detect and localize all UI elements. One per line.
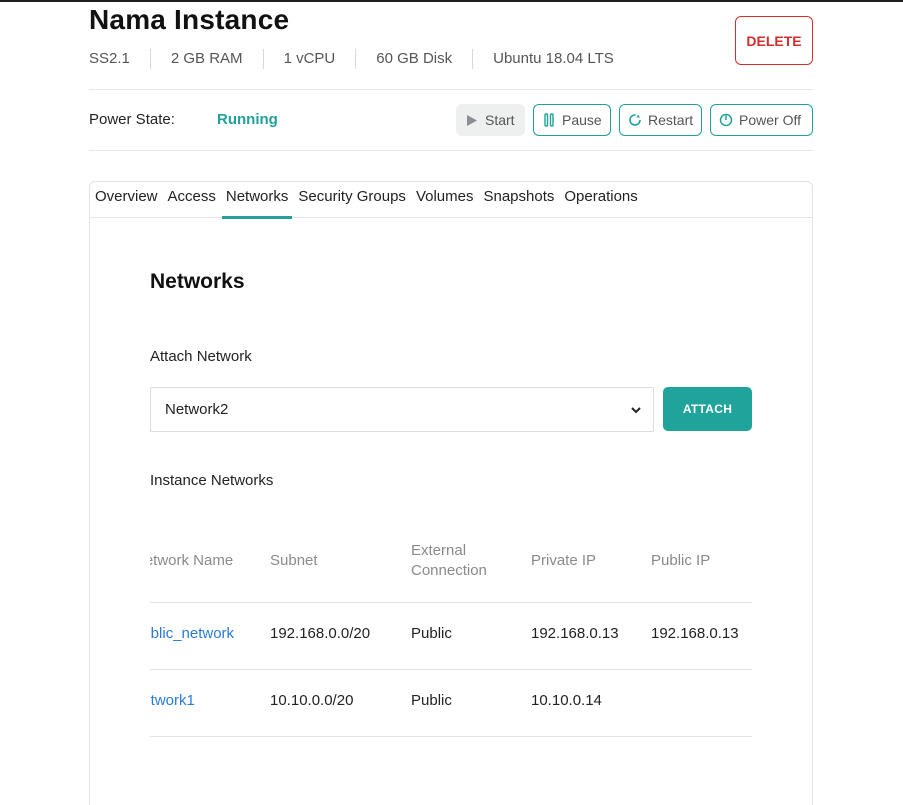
- network-select-value: Network2: [165, 401, 229, 418]
- power-off-label: Power Off: [739, 112, 801, 128]
- top-border: [0, 0, 903, 2]
- restart-label: Restart: [648, 112, 694, 128]
- table-header: Network Name Subnet External Connection …: [150, 522, 752, 603]
- public-ip-cell: 192.168.0.13: [651, 625, 739, 642]
- spec-ram: 2 GB RAM: [149, 49, 263, 69]
- spec-disk: 60 GB Disk: [355, 49, 472, 69]
- restart-icon: [628, 113, 642, 127]
- instance-specs: SS2.1 2 GB RAM 1 vCPU 60 GB Disk Ubuntu …: [89, 49, 634, 69]
- attach-network-label: Attach Network: [150, 348, 252, 365]
- instance-networks-label: Instance Networks: [150, 472, 274, 489]
- instance-panel: Overview Access Networks Security Groups…: [89, 181, 813, 805]
- tab-volumes[interactable]: Volumes: [411, 182, 479, 218]
- network-name-link[interactable]: network1: [150, 692, 244, 709]
- col-private-ip: Private IP: [531, 552, 597, 569]
- network-name-link[interactable]: public_network: [150, 625, 244, 642]
- instance-networks-table: Network Name Subnet External Connection …: [150, 522, 752, 737]
- power-off-button[interactable]: Power Off: [710, 104, 813, 136]
- tab-overview[interactable]: Overview: [90, 182, 163, 218]
- pause-icon: [542, 113, 556, 127]
- external-connection-cell: Public: [411, 692, 452, 709]
- spec-vcpu: 1 vCPU: [262, 49, 356, 69]
- divider: [89, 89, 813, 90]
- private-ip-cell: 192.168.0.13: [531, 625, 619, 642]
- tab-access[interactable]: Access: [163, 182, 221, 218]
- subnet-cell: 10.10.0.0/20: [270, 692, 354, 709]
- col-external-connection: External Connection: [411, 542, 487, 579]
- col-network-name: Network Name: [150, 552, 234, 569]
- table-row: public_network 192.168.0.0/20 Public 192…: [150, 603, 752, 670]
- pause-button[interactable]: Pause: [533, 104, 611, 136]
- page-title: Nama Instance: [89, 4, 290, 35]
- tab-bar: Overview Access Networks Security Groups…: [90, 182, 812, 219]
- tab-networks[interactable]: Networks: [221, 182, 294, 219]
- section-title: Networks: [150, 270, 245, 293]
- power-state-label: Power State:: [89, 111, 175, 128]
- chevron-down-icon: [629, 403, 643, 417]
- divider: [89, 150, 813, 151]
- private-ip-cell: 10.10.0.14: [531, 692, 602, 709]
- attach-button[interactable]: ATTACH: [663, 387, 752, 431]
- network-select[interactable]: Network2: [150, 387, 654, 432]
- spec-flavor: SS2.1: [89, 50, 130, 67]
- restart-button[interactable]: Restart: [619, 104, 702, 136]
- col-subnet: Subnet: [270, 552, 318, 569]
- external-connection-cell: Public: [411, 625, 452, 642]
- col-public-ip: Public IP: [651, 552, 711, 569]
- table-row: network1 10.10.0.0/20 Public 10.10.0.14: [150, 670, 752, 737]
- start-label: Start: [485, 112, 515, 128]
- power-icon: [719, 113, 733, 127]
- play-icon: [465, 113, 479, 127]
- tab-snapshots[interactable]: Snapshots: [478, 182, 559, 218]
- subnet-cell: 192.168.0.0/20: [270, 625, 371, 642]
- spec-os: Ubuntu 18.04 LTS: [472, 49, 634, 69]
- delete-button[interactable]: DELETE: [735, 16, 813, 65]
- pause-label: Pause: [562, 112, 602, 128]
- tab-security-groups[interactable]: Security Groups: [293, 182, 411, 218]
- start-button[interactable]: Start: [456, 104, 525, 136]
- power-state-value: Running: [217, 111, 278, 128]
- tab-operations[interactable]: Operations: [559, 182, 642, 218]
